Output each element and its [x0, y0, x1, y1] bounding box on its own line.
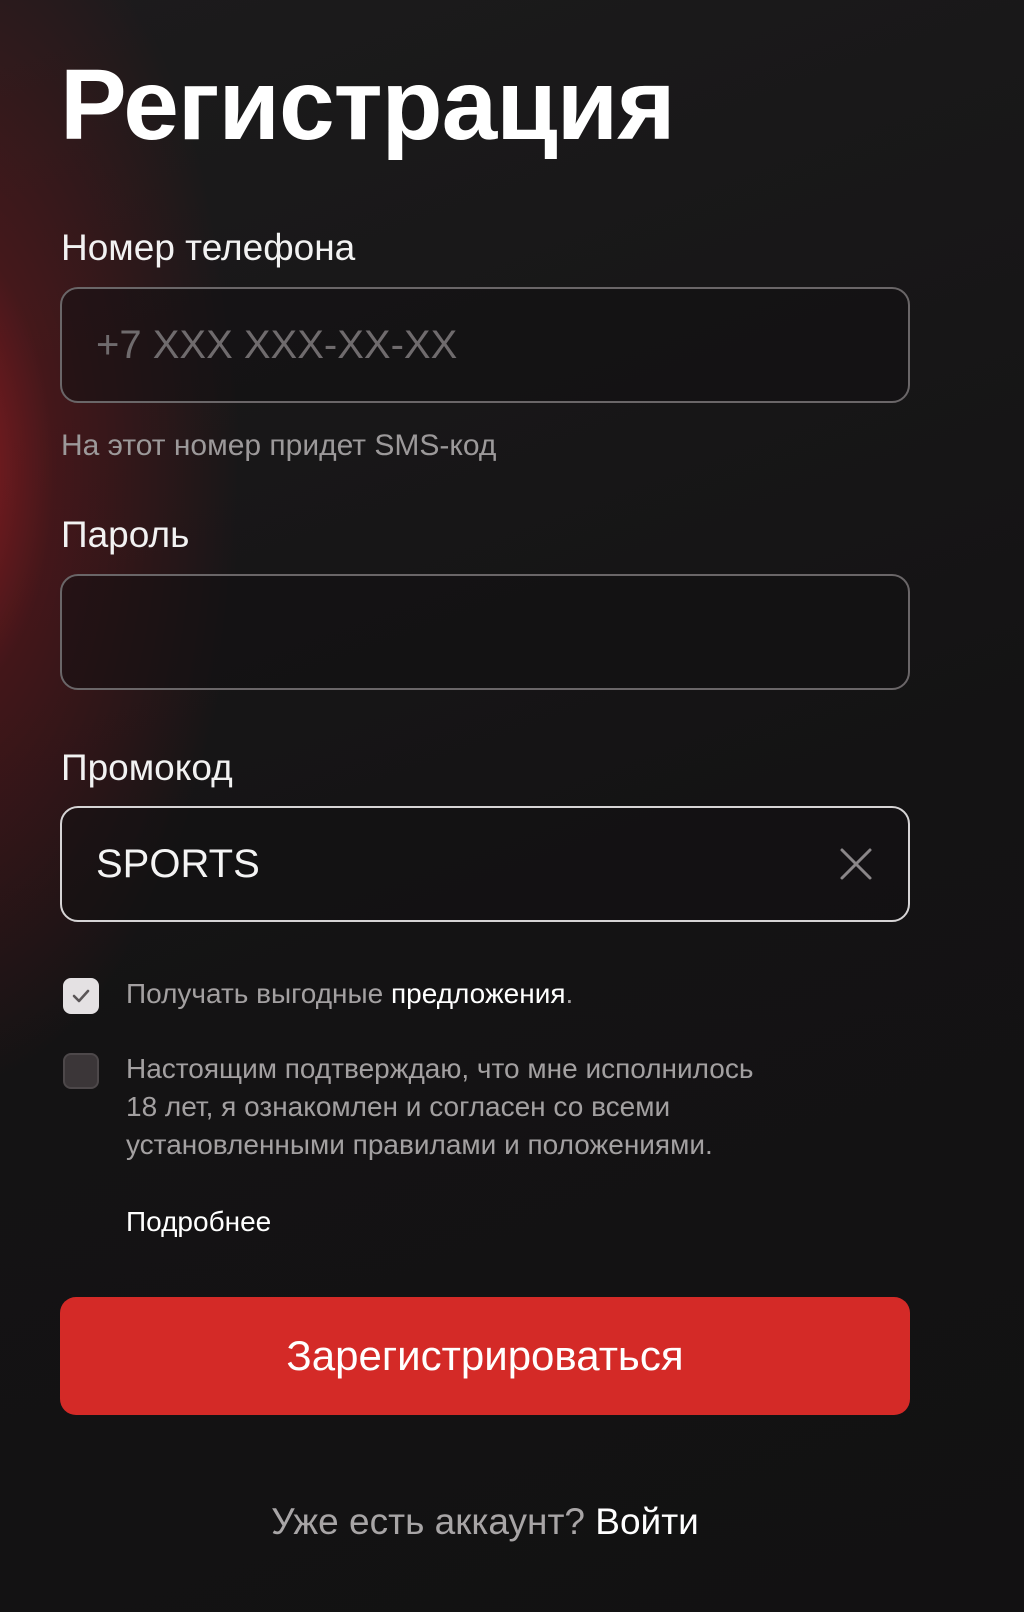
checkmark-icon — [72, 989, 90, 1003]
register-button[interactable]: Зарегистрироваться — [60, 1297, 910, 1415]
promo-field[interactable] — [60, 806, 910, 922]
password-label: Пароль — [61, 514, 190, 555]
promo-label: Промокод — [61, 747, 233, 788]
login-prompt: Уже есть аккаунт? Войти — [0, 1500, 970, 1544]
age-confirm-line: 18 лет, я ознакомлен и согласен со всеми — [126, 1091, 671, 1122]
offers-text: Получать выгодные предложения. — [126, 975, 886, 1013]
phone-input[interactable] — [96, 289, 836, 401]
phone-label: Номер телефона — [61, 227, 356, 268]
more-details-link[interactable]: Подробнее — [126, 1204, 271, 1240]
age-confirm-text: Настоящим подтверждаю, что мне исполнило… — [126, 1050, 886, 1164]
offers-text-prefix: Получать выгодные — [126, 978, 391, 1009]
phone-hint: На этот номер придет SMS-код — [61, 429, 497, 462]
login-question: Уже есть аккаунт? — [271, 1501, 586, 1542]
promo-input[interactable] — [96, 808, 836, 920]
age-confirm-line: Настоящим подтверждаю, что мне исполнило… — [126, 1053, 754, 1084]
close-icon[interactable] — [838, 846, 874, 882]
age-confirm-checkbox[interactable] — [63, 1053, 99, 1089]
offers-link[interactable]: предложения — [391, 978, 566, 1009]
registration-page: Регистрация Номер телефона На этот номер… — [0, 0, 1024, 1612]
offers-text-suffix: . — [565, 978, 574, 1009]
page-title: Регистрация — [60, 49, 676, 161]
phone-field[interactable] — [60, 287, 910, 403]
age-confirm-line: установленными правилами и положениями. — [126, 1129, 713, 1160]
login-link[interactable]: Войти — [595, 1501, 699, 1542]
password-input[interactable] — [96, 576, 836, 688]
offers-checkbox[interactable] — [63, 978, 99, 1014]
password-field[interactable] — [60, 574, 910, 690]
